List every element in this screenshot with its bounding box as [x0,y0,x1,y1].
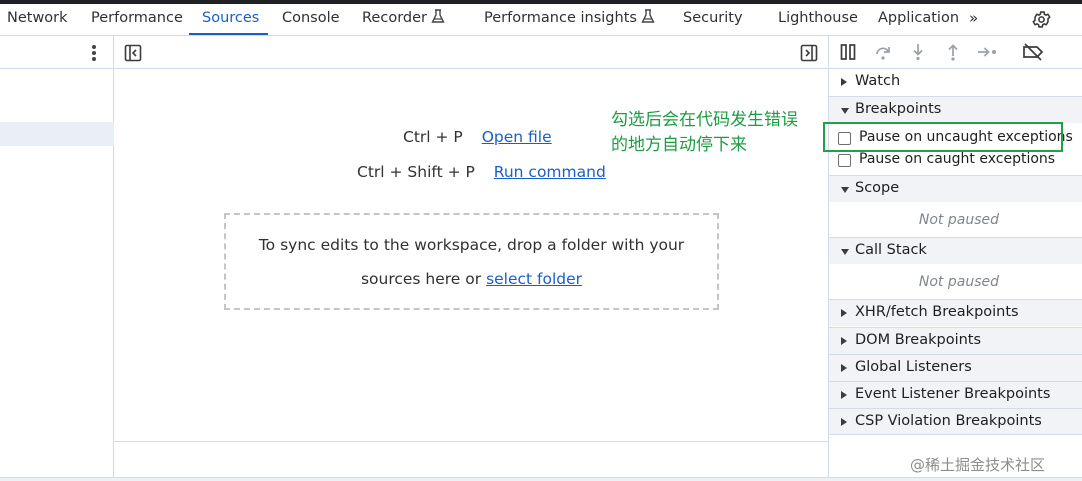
breakpoints-section-header[interactable]: Breakpoints [829,96,1082,123]
run-command-link[interactable]: Run command [494,163,606,181]
more-options-icon[interactable] [89,44,99,62]
scope-section-header[interactable]: Scope [829,175,1082,202]
call-stack-section-header[interactable]: Call Stack [829,237,1082,264]
active-tab-indicator [189,33,268,35]
tab-security[interactable]: Security [683,4,743,35]
global-listeners-label: Global Listeners [855,359,972,375]
tab-performance[interactable]: Performance [91,4,183,35]
toggle-navigator-icon[interactable] [124,44,142,66]
deactivate-breakpoints-icon[interactable] [1022,43,1044,65]
devtools-tab-bar: Network Performance Sources Console Reco… [0,4,1082,36]
gear-icon[interactable] [1031,9,1052,34]
debugger-sidebar: Watch Breakpoints Pause on uncaught exce… [829,36,1082,478]
toggle-debugger-icon[interactable] [800,44,818,66]
flask-icon [641,6,655,35]
editor-divider [114,441,829,442]
drop-zone-text-line2: sources here or select folder [226,270,717,288]
event-listener-breakpoints-label: Event Listener Breakpoints [855,386,1051,402]
dom-breakpoints-section-header[interactable]: DOM Breakpoints [829,327,1082,354]
drop-zone-text-prefix: sources here or [360,270,482,288]
step-icon[interactable] [977,43,999,65]
breakpoints-label: Breakpoints [855,101,942,117]
chevron-right-icon [841,78,847,86]
watch-section-header[interactable]: Watch [829,69,1082,96]
tab-lighthouse[interactable]: Lighthouse [778,4,858,35]
chevron-right-icon [841,364,847,372]
xhr-breakpoints-section-header[interactable]: XHR/fetch Breakpoints [829,299,1082,326]
tab-recorder[interactable]: Recorder [362,4,445,35]
more-tabs-button[interactable]: » [969,4,978,35]
chevron-down-icon [841,249,849,255]
annotation-note: 勾选后会在代码发生错误 的地方自动停下来 [611,108,798,158]
sidebar-divider [828,36,829,478]
scope-label: Scope [855,180,900,196]
tab-performance-insights[interactable]: Performance insights [484,4,655,35]
drop-zone-text: To sync edits to the workspace, drop a f… [258,236,685,254]
watermark: @稀土掘金技术社区 [910,456,1046,474]
csp-breakpoints-section-header[interactable]: CSP Violation Breakpoints [829,408,1082,435]
workspace-drop-zone[interactable]: To sync edits to the workspace, drop a f… [224,213,719,310]
pause-caught-row[interactable]: Pause on caught exceptions [829,150,1082,172]
call-stack-label: Call Stack [855,242,927,258]
tab-console[interactable]: Console [282,4,340,35]
chevron-right-icon [841,391,847,399]
chevron-right-icon [841,418,847,426]
chevron-right-icon [841,337,847,345]
scope-status: Not paused [918,212,999,228]
event-listener-breakpoints-section-header[interactable]: Event Listener Breakpoints [829,381,1082,408]
annotation-line-2: 的地方自动停下来 [611,135,747,155]
call-stack-status: Not paused [918,274,999,290]
global-listeners-section-header[interactable]: Global Listeners [829,354,1082,381]
navigator-selected-row[interactable] [0,122,114,146]
editor-area: Ctrl + P Open file Ctrl + Shift + P Run … [114,36,829,478]
run-command-shortcut: Ctrl + Shift + P Run command [357,163,606,181]
chevron-down-icon [841,187,849,193]
pause-caught-checkbox[interactable] [838,154,851,167]
navigator-panel [0,36,114,478]
csp-breakpoints-label: CSP Violation Breakpoints [855,413,1042,429]
tab-application[interactable]: Application [878,4,959,35]
dom-breakpoints-label: DOM Breakpoints [855,332,982,348]
open-file-link[interactable]: Open file [482,128,552,146]
annotation-highlight-box [823,122,1063,152]
step-over-icon[interactable] [874,43,892,65]
watch-label: Watch [855,73,901,89]
select-folder-link[interactable]: select folder [486,270,582,288]
open-file-keys: Ctrl + P [403,128,463,146]
step-out-icon[interactable] [944,43,962,65]
editor-toolbar [114,36,829,69]
chevron-down-icon [841,108,849,114]
annotation-line-1: 勾选后会在代码发生错误 [611,110,798,130]
tab-recorder-label: Recorder [362,10,427,26]
tab-sources[interactable]: Sources [202,4,259,35]
tab-network[interactable]: Network [7,4,68,35]
tab-performance-insights-label: Performance insights [484,10,637,26]
step-into-icon[interactable] [909,43,927,65]
debugger-toolbar [829,36,1082,69]
bottom-edge [0,477,1082,481]
run-command-keys: Ctrl + Shift + P [357,163,475,181]
flask-icon [431,6,445,35]
xhr-breakpoints-label: XHR/fetch Breakpoints [855,304,1019,320]
pause-caught-label: Pause on caught exceptions [859,151,1056,167]
pause-icon[interactable] [839,43,857,65]
chevron-right-icon [841,309,847,317]
navigator-toolbar [0,36,114,69]
open-file-shortcut: Ctrl + P Open file [403,128,552,146]
